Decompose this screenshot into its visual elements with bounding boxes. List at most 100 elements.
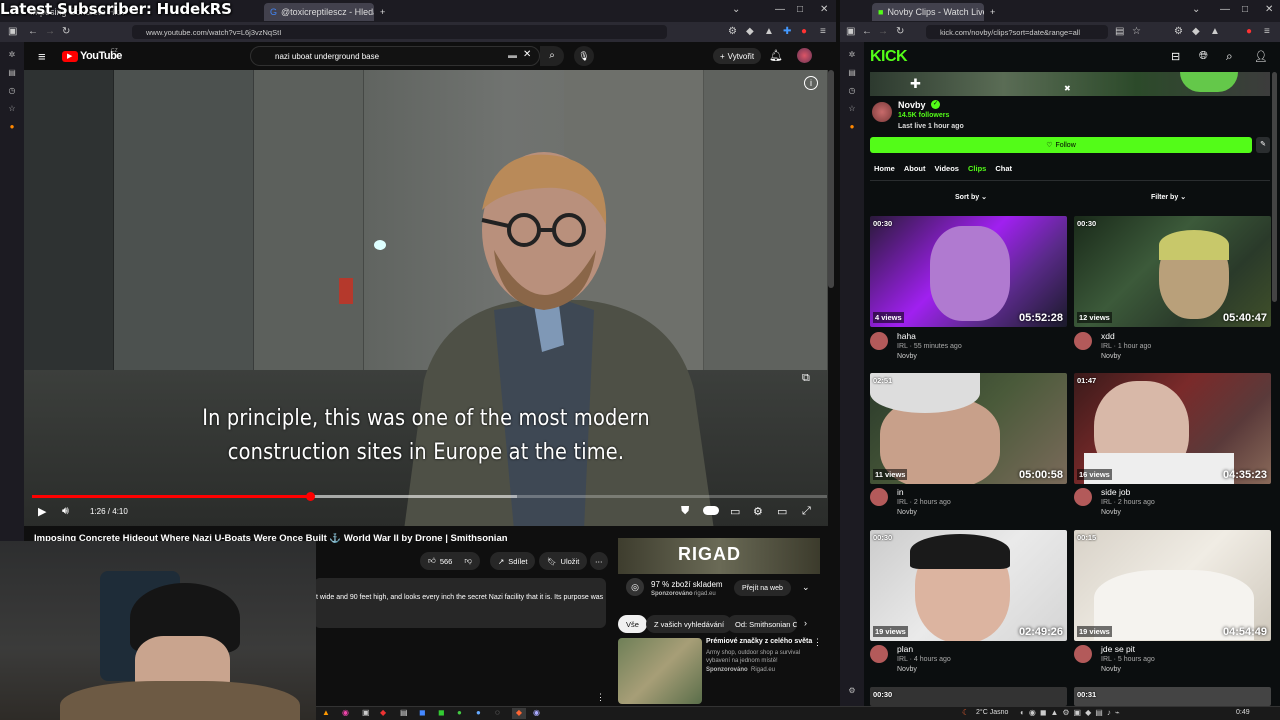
recommended-thumbnail[interactable] [618,638,702,704]
share-button[interactable]: ↗ Sdílet [490,552,536,570]
weather-text[interactable]: 2°C Jasno [976,709,1008,716]
bookmarks-icon[interactable]: ☆ [847,104,857,114]
back-icon[interactable]: ← [28,26,38,37]
theater-mode-icon[interactable]: ▭ [777,505,787,518]
tab-kick[interactable]: ■Novby Clips - Watch Live on Ki✕ [872,3,984,21]
clip-thumbnail[interactable]: 01:47 16 views 04:35:23 [1074,373,1271,484]
like-button[interactable]: 👍︎ 566 👎︎ [420,552,480,570]
clip-thumbnail[interactable]: 00:31 [1074,687,1271,706]
follow-button[interactable]: ♡ Follow [870,137,1252,153]
app-icon[interactable]: ▲ [322,708,330,717]
forward-icon[interactable]: → [45,26,55,37]
info-icon[interactable]: i [804,76,818,90]
clip-title[interactable]: plan [897,644,913,654]
sidebar-toggle-icon[interactable]: ▣ [846,26,855,37]
sidebar-toggle-icon[interactable]: ▣ [8,26,17,37]
chevron-right-icon[interactable]: › [804,618,807,628]
clock[interactable]: 0:49 [1236,709,1250,716]
user-icon[interactable]: 👤︎ [1254,50,1268,63]
clip-thumbnail[interactable]: 02:51 11 views 05:00:58 [870,373,1067,484]
play-button[interactable]: ▶ [38,505,46,518]
chevron-down-icon[interactable]: ⌄ [1192,4,1200,15]
extension-icon[interactable]: ⚙ [1174,26,1183,37]
volume-icon[interactable]: 🔊︎ [62,505,69,518]
microphone-icon[interactable]: 🎙︎ [574,46,594,66]
close-window-icon[interactable]: ✕ [820,4,828,15]
extension-icon[interactable]: ● [847,122,857,132]
minimize-icon[interactable]: — [775,4,785,15]
channel-avatar[interactable] [870,100,894,124]
extension-icon[interactable]: ● [7,122,17,132]
avatar[interactable] [1074,332,1092,350]
extension-icon[interactable]: ● [1246,26,1252,37]
nav-clips[interactable]: Clips [968,164,986,176]
fullscreen-icon[interactable]: ⤢ [802,505,811,518]
more-icon[interactable]: ⋮ [596,692,605,703]
minimize-icon[interactable]: — [1220,4,1230,15]
clip-thumbnail[interactable]: 00:15 19 views 04:54:49 [1074,530,1271,641]
clip-owner[interactable]: Novby [897,666,917,673]
bookmarks-icon[interactable]: ☆ [7,104,17,114]
clip-owner[interactable]: Novby [1101,353,1121,360]
ad-cta-button[interactable]: Přejít na web [734,580,791,596]
extension-icon[interactable]: ◆ [1192,26,1200,37]
hamburger-menu-icon[interactable]: ≡ [38,49,46,64]
extension-icon[interactable]: ● [801,26,807,37]
clip-thumbnail[interactable]: 00:30 [870,687,1067,706]
picture-in-picture-icon[interactable]: ⧉ [802,372,810,385]
app-icon[interactable]: ◉ [533,708,540,717]
app-icon[interactable]: ◌ [495,708,500,717]
new-tab-button[interactable]: + [984,3,1001,21]
tab-google-search[interactable]: G@toxicreptilescz - Hledat Goog✕ [264,3,374,21]
chevron-down-icon[interactable]: ⌄ [802,582,810,593]
more-icon[interactable]: ⋮ [813,637,822,648]
kick-logo[interactable]: KICK [870,48,908,66]
tabs-icon[interactable]: ▤ [7,68,17,78]
app-icon[interactable]: ▤ [400,708,408,717]
close-window-icon[interactable]: ✕ [1265,4,1273,15]
nav-chat[interactable]: Chat [995,164,1012,176]
more-options-icon[interactable]: ✎ [1256,137,1270,153]
menu-icon[interactable]: ≡ [820,26,826,37]
address-bar[interactable]: kick.com/novby/clips?sort=date&range=all [926,25,1108,39]
extension-icon[interactable]: ☆ [1132,26,1141,37]
clip-owner[interactable]: Novby [897,509,917,516]
settings-gear-icon[interactable]: ⚙ [753,505,763,518]
extension-icon[interactable]: ⚙ [728,26,737,37]
extension-icon[interactable]: ✚ [783,26,791,37]
reload-icon[interactable]: ↻ [62,26,70,37]
avatar[interactable] [797,48,812,63]
video-player[interactable]: i ⧉ In principle, this was one of the mo… [24,70,828,526]
nav-videos[interactable]: Videos [935,164,959,176]
more-actions-button[interactable]: ⋯ [590,552,608,570]
thumbs-down-icon[interactable]: 👎︎ [464,556,472,566]
clip-thumbnail[interactable]: 00:30 12 views 05:40:47 [1074,216,1271,327]
clip-title[interactable]: side job [1101,487,1130,497]
clip-thumbnail[interactable]: 00:30 19 views 02:49:26 [870,530,1067,641]
chip-from-channel[interactable]: Od: Smithsonian C [727,615,797,633]
extension-icon[interactable]: ▤ [1115,26,1124,37]
shield-icon[interactable]: ⛊ [681,505,689,518]
app-icon[interactable]: ◼ [419,708,426,717]
clip-title[interactable]: jde se pit [1101,644,1135,654]
ad-banner[interactable]: RIGAD [618,538,820,574]
settings-gear-icon[interactable]: ⚙ [847,686,857,696]
clear-search-icon[interactable]: ✕ [523,49,531,60]
maximize-icon[interactable]: □ [1242,4,1248,15]
nav-about[interactable]: About [904,164,926,176]
maximize-icon[interactable]: □ [797,4,803,15]
app-icon[interactable]: ◆ [512,708,526,719]
filter-dropdown[interactable]: Filter by ⌄ [1151,193,1186,201]
subtitles-icon[interactable]: ▭ [730,505,740,518]
app-icon[interactable]: ▣ [362,708,370,717]
scrollbar[interactable] [1272,72,1277,302]
notifications-bell-icon[interactable]: 🔔︎ [769,49,783,62]
app-icon[interactable]: ● [476,708,481,717]
save-button[interactable]: 🔖︎ Uložit [539,552,588,570]
avatar[interactable] [870,645,888,663]
tray-icons[interactable]: ◐◉◼▲⚙▣◆▤♪⌁ [1020,708,1124,717]
ai-icon[interactable]: ✲ [7,50,17,60]
clip-owner[interactable]: Novby [1101,509,1121,516]
keyboard-icon[interactable]: ▬ [508,50,517,60]
clip-thumbnail[interactable]: 00:30 4 views 05:52:28 [870,216,1067,327]
